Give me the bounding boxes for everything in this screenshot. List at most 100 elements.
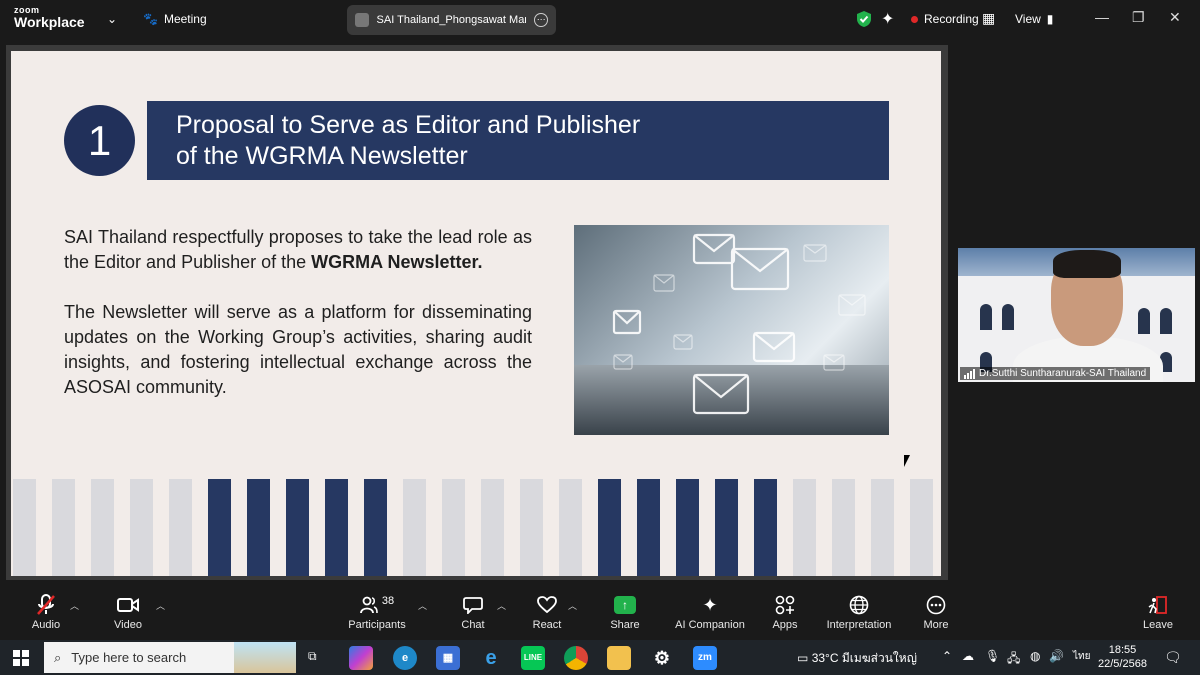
view-layout-icon: ▮ <box>1046 12 1054 26</box>
interpretation-label: Interpretation <box>826 619 892 631</box>
audio-options-chevron-icon[interactable]: ︿ <box>70 599 79 612</box>
participant-video-tile[interactable]: Dr.Sutthi Suntharanurak-SAI Thailand <box>958 248 1195 382</box>
minimize-icon[interactable]: — <box>1095 9 1109 25</box>
screen-share-tab[interactable]: SAI Thailand_Phongsawat Maneer ··· <box>347 5 556 35</box>
ai-sparkle-icon[interactable]: ✦ <box>881 9 894 29</box>
meeting-label: Meeting <box>163 12 207 26</box>
copilot-icon[interactable] <box>349 646 373 670</box>
weather-widget[interactable]: ▭ 33°C มีเมฆส่วนใหญ่ <box>797 649 917 668</box>
paragraph-1-bold: WGRMA Newsletter. <box>311 252 483 272</box>
tray-chevron-icon[interactable]: ⌃ <box>942 649 952 663</box>
audio-button[interactable]: Audio <box>28 593 64 631</box>
windows-start-icon[interactable] <box>13 650 29 671</box>
system-clock[interactable]: 18:55 22/5/2568 <box>1098 643 1147 671</box>
internet-explorer-icon[interactable]: e <box>479 646 503 670</box>
video-button[interactable]: Video <box>110 593 146 631</box>
participants-count: 38 <box>381 595 395 607</box>
stripe-bar <box>637 479 660 576</box>
edge-icon[interactable]: e <box>393 646 417 670</box>
stripe-bar <box>169 479 192 576</box>
zoom-workplace-logo: zoom Workplace <box>14 6 85 30</box>
stripe-bar <box>91 479 114 576</box>
stripe-bar <box>598 479 621 576</box>
onedrive-cloud-icon[interactable]: ☁ <box>962 649 974 663</box>
stripe-bar <box>247 479 270 576</box>
stripe-bar <box>910 479 933 576</box>
weather-icon: ▭ <box>797 651 809 665</box>
participants-options-chevron-icon[interactable]: ︿ <box>418 599 427 612</box>
stripe-bar <box>559 479 582 576</box>
apps-button[interactable]: Apps <box>770 593 800 631</box>
share-options-icon[interactable]: ··· <box>534 13 548 27</box>
stripe-bar <box>52 479 75 576</box>
tray-microphone-icon[interactable]: 🎙 <box>985 649 1000 663</box>
apps-label: Apps <box>772 619 798 631</box>
file-explorer-icon[interactable] <box>607 646 631 670</box>
stripe-bar <box>871 479 894 576</box>
stripe-bar <box>325 479 348 576</box>
search-highlight-image <box>234 642 296 673</box>
participants-button[interactable]: 38 Participants <box>346 593 408 631</box>
heart-icon <box>531 593 563 617</box>
decorative-stripes <box>11 479 941 576</box>
camera-icon <box>110 593 146 617</box>
weather-text: 33°C มีเมฆส่วนใหญ่ <box>811 651 917 665</box>
store-icon[interactable]: ▦ <box>436 646 460 670</box>
input-language[interactable]: ไทย <box>1073 649 1090 664</box>
paw-icon: 🐾 <box>143 12 158 26</box>
globe-icon <box>825 593 893 617</box>
clock-date: 22/5/2568 <box>1098 658 1147 670</box>
stripe-bar <box>481 479 504 576</box>
video-label: Video <box>114 619 142 631</box>
ai-companion-button[interactable]: ✦ AI Companion <box>674 593 746 632</box>
close-icon[interactable]: ✕ <box>1169 9 1181 26</box>
stripe-bar <box>364 479 387 576</box>
video-options-chevron-icon[interactable]: ︿ <box>156 599 165 612</box>
react-options-chevron-icon[interactable]: ︿ <box>568 599 577 612</box>
react-button[interactable]: React <box>531 593 563 631</box>
taskbar-search-box[interactable]: ⌕ Type here to search <box>44 642 296 673</box>
encryption-shield-icon[interactable] <box>856 10 872 28</box>
stripe-bar <box>208 479 231 576</box>
person-hair <box>1053 250 1121 278</box>
leave-label: Leave <box>1143 619 1173 631</box>
task-view-icon[interactable]: ⧉ <box>308 649 317 664</box>
meeting-info-button[interactable]: 🐾 Meeting <box>143 12 207 26</box>
volume-icon[interactable]: 🔊 <box>1049 649 1064 663</box>
more-label: More <box>923 619 949 631</box>
settings-gear-icon[interactable]: ⚙ <box>650 646 674 670</box>
participant-name: Dr.Sutthi Suntharanurak-SAI Thailand <box>979 368 1147 379</box>
view-button[interactable]: View ▮ <box>1015 12 1053 26</box>
network-icon[interactable]: 🖧 <box>1007 649 1020 670</box>
stripe-bar <box>793 479 816 576</box>
presenter-avatar <box>355 13 369 27</box>
slide-title-banner: Proposal to Serve as Editor and Publishe… <box>147 101 889 180</box>
meet-now-icon[interactable]: ◍ <box>1030 649 1040 663</box>
more-button[interactable]: More <box>921 593 951 631</box>
interpretation-button[interactable]: Interpretation <box>825 593 893 631</box>
restore-icon[interactable]: ❐ <box>1132 9 1145 26</box>
chat-button[interactable]: Chat <box>459 593 487 631</box>
ai-companion-icon: ✦ <box>702 594 718 615</box>
share-button[interactable]: ↑ Share <box>609 593 641 631</box>
line-app-icon[interactable]: LINE <box>521 646 545 670</box>
leave-button[interactable]: Leave <box>1143 593 1173 631</box>
chrome-icon[interactable] <box>564 646 588 670</box>
chat-label: Chat <box>461 619 485 631</box>
envelope-icons <box>612 233 866 415</box>
workplace-menu-chevron-icon[interactable]: ⌄ <box>107 12 117 26</box>
recording-label: Recording <box>924 12 979 26</box>
notifications-icon[interactable]: 🗨 <box>1164 649 1182 666</box>
stripe-bar <box>520 479 543 576</box>
stripe-bar <box>754 479 777 576</box>
zoom-app-icon[interactable]: zm <box>693 646 717 670</box>
recording-indicator[interactable]: Recording <box>911 12 979 26</box>
slide-title-line1: Proposal to Serve as Editor and Publishe… <box>176 111 641 139</box>
slide-paragraph-2: The Newsletter will serve as a platform … <box>64 302 532 397</box>
chat-options-chevron-icon[interactable]: ︿ <box>497 599 506 612</box>
gallery-grid-icon[interactable]: ▦ <box>982 10 995 27</box>
slide-number-badge: 1 <box>64 105 135 176</box>
stripe-bar <box>130 479 153 576</box>
participants-icon: 38 <box>346 593 408 617</box>
search-placeholder: Type here to search <box>71 650 187 665</box>
